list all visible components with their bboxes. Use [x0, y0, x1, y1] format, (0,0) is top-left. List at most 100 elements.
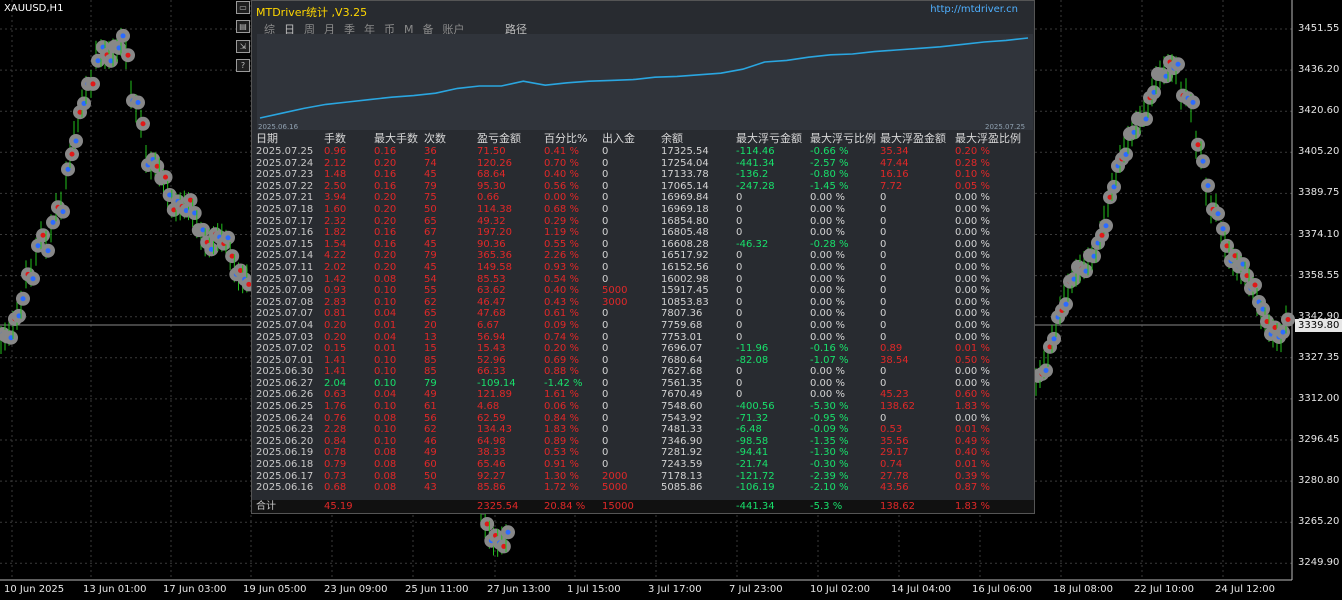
cell-fpp: 0.00 %: [955, 296, 990, 308]
cell-date: 2025.07.17: [256, 215, 314, 227]
total-float-profit: 138.62: [880, 501, 915, 512]
cell-io: 0: [602, 261, 609, 273]
cell-flp: 0.00 %: [810, 261, 845, 273]
cell-fpp: 0.01 %: [955, 424, 990, 436]
cell-bal: 16854.80: [661, 215, 709, 227]
cell-fpp: 0.00 %: [955, 412, 990, 424]
trade-dot: [40, 232, 46, 238]
minimize-icon[interactable]: ▭: [236, 1, 250, 14]
total-float-profit-pct: 1.83 %: [955, 501, 990, 512]
cell-fpp: 0.00 %: [955, 250, 990, 262]
cell-fpp: 0.49 %: [955, 435, 990, 447]
price-tick-label: 3280.80: [1298, 475, 1340, 487]
cell-flp: -1.35 %: [810, 435, 849, 447]
curve-end-date: 2025.07.25: [985, 123, 1026, 131]
cell-flp: -2.10 %: [810, 482, 849, 494]
table-row: 2025.07.09 0.93 0.10 55 63.62 0.40 % 5000 15917…: [252, 285, 1034, 297]
cell-io: 0: [602, 401, 609, 413]
panel-url-link[interactable]: http://mtdriver.cn: [930, 4, 1018, 15]
cell-pct: 0.91 %: [544, 459, 579, 471]
cell-pnl: 64.98: [477, 435, 506, 447]
cell-fl: -98.58: [736, 435, 769, 447]
table-row: 2025.07.01 1.41 0.10 85 52.96 0.69 % 0 7680.64 -…: [252, 355, 1034, 367]
table-row: 2025.07.24 2.12 0.20 74 120.26 0.70 % 0 17254.0…: [252, 158, 1034, 170]
cell-fl: 0: [736, 273, 743, 285]
cell-fl: -46.32: [736, 238, 769, 250]
cell-pct: 0.68 %: [544, 203, 579, 215]
table-row: 2025.06.18 0.79 0.08 60 65.46 0.91 % 0 7243.59 -…: [252, 459, 1034, 471]
table-row: 2025.06.16 0.68 0.08 43 85.86 1.72 % 5000 5085.…: [252, 482, 1034, 494]
cell-fl: 0: [736, 296, 743, 308]
cell-pct: 0.41 %: [544, 146, 579, 157]
cell-count: 79: [424, 250, 437, 262]
cell-fp: 16.16: [880, 169, 909, 181]
cell-fp: 45.23: [880, 389, 909, 401]
trade-dot: [69, 151, 75, 157]
trade-dot: [135, 100, 141, 106]
column-header: 最大浮亏金额: [736, 132, 802, 145]
table-header: 日期 手数 最大手数 次数 盈亏金额 百分比% 出入金 余额 最大浮亏金额 最大浮亏比例 最大浮盈金…: [252, 132, 1034, 146]
cell-bal: 7543.92: [661, 412, 703, 424]
total-pct: 20.84 %: [544, 501, 586, 512]
cell-fl: 0: [736, 215, 743, 227]
cell-date: 2025.07.02: [256, 343, 314, 355]
cell-pnl: -109.14: [477, 377, 516, 389]
cell-fp: 0.89: [880, 343, 903, 355]
cell-fp: 35.34: [880, 146, 909, 157]
cell-pnl: 149.58: [477, 261, 512, 273]
cell-fpp: 0.60 %: [955, 389, 990, 401]
trade-dot: [90, 81, 96, 87]
cell-count: 54: [424, 273, 437, 285]
cell-pct: 0.70 %: [544, 157, 579, 169]
cell-fl: -21.74: [736, 459, 769, 471]
trade-dot: [35, 243, 41, 249]
column-header: 最大浮盈比例: [955, 132, 1021, 145]
symbol-label: XAUUSD,H1: [4, 3, 64, 14]
trade-dot: [60, 209, 66, 215]
cell-fpp: 0.10 %: [955, 169, 990, 181]
chart-icon[interactable]: ▤: [236, 20, 250, 33]
equity-curve: [257, 34, 1033, 130]
cell-fpp: 0.00 %: [955, 238, 990, 250]
cell-lots: 0.68: [324, 482, 347, 494]
cell-bal: 7481.33: [661, 424, 703, 436]
cell-pct: 0.40 %: [544, 169, 579, 181]
cell-pnl: 56.94: [477, 331, 506, 343]
cell-fl: 0: [736, 319, 743, 331]
cell-pnl: 95.30: [477, 180, 506, 192]
cell-fp: 0: [880, 308, 887, 320]
price-tick-label: 3420.60: [1298, 105, 1340, 117]
help-icon[interactable]: ?: [236, 59, 250, 72]
cell-pct: 0.06 %: [544, 401, 579, 413]
cell-fp: 35.56: [880, 435, 909, 447]
cell-lots: 1.54: [324, 238, 347, 250]
total-lots: 45.19: [324, 501, 353, 512]
cell-pct: 0.56 %: [544, 180, 579, 192]
cell-fp: 47.44: [880, 157, 909, 169]
toggle-icon[interactable]: ⇲: [236, 40, 250, 53]
cell-bal: 16805.48: [661, 227, 709, 239]
time-tick-label: 7 Jul 23:00: [729, 584, 783, 595]
cell-max_lots: 0.10: [374, 354, 397, 366]
cell-io: 0: [602, 354, 609, 366]
cell-pct: 0.88 %: [544, 366, 579, 378]
total-float-loss-pct: -5.3 %: [810, 501, 843, 512]
cell-fl: -94.41: [736, 447, 769, 459]
cell-date: 2025.06.26: [256, 389, 314, 401]
trade-dot: [1200, 158, 1206, 164]
cell-lots: 2.32: [324, 215, 347, 227]
cell-fp: 0: [880, 250, 887, 262]
table-row: 2025.07.18 1.60 0.20 50 114.38 0.68 % 0 16969.1…: [252, 204, 1034, 216]
time-tick-label: 16 Jul 06:00: [972, 584, 1032, 595]
cell-pnl: 47.68: [477, 308, 506, 320]
trade-dot: [1195, 142, 1201, 148]
column-header: 余额: [661, 132, 683, 145]
cell-io: 0: [602, 146, 609, 157]
column-header: 手数: [324, 132, 346, 145]
cell-count: 46: [424, 435, 437, 447]
cell-max_lots: 0.16: [374, 146, 397, 157]
cell-flp: 0.00 %: [810, 308, 845, 320]
cell-bal: 5085.86: [661, 482, 703, 494]
cell-lots: 0.63: [324, 389, 347, 401]
cell-lots: 0.93: [324, 285, 347, 297]
